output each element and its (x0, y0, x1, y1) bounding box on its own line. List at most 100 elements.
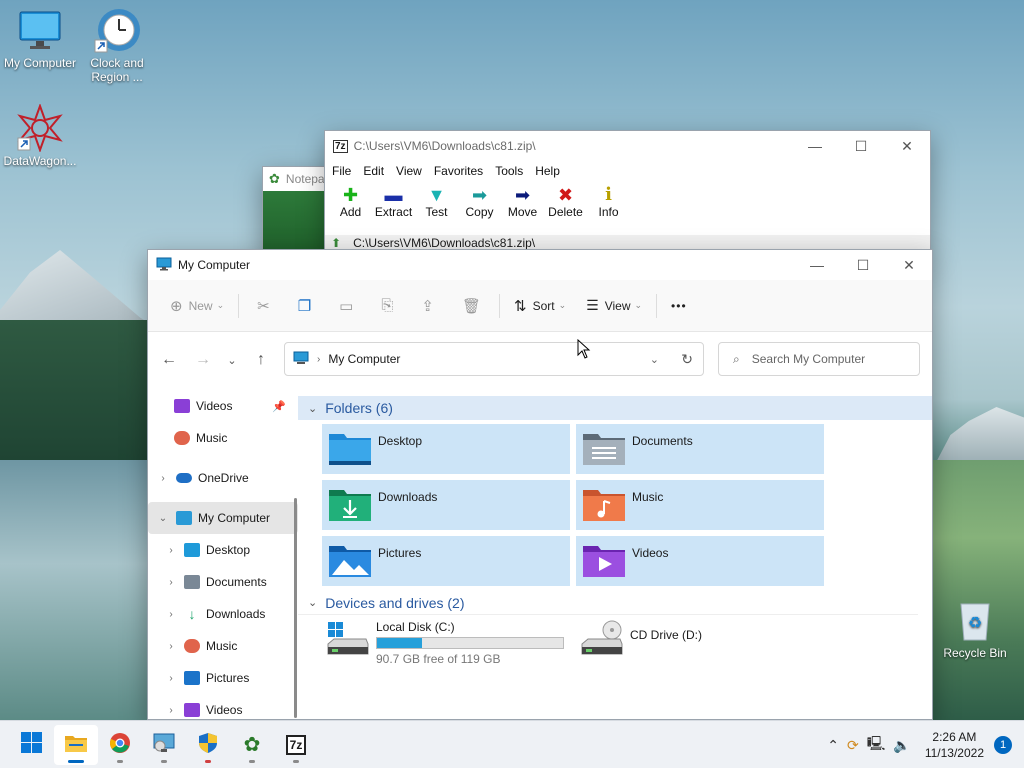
up-folder-icon[interactable]: ⬆ (331, 236, 341, 250)
system-tray: ⌃ ⟳ 🖳 🔈 2:26 AM 11/13/2022 1 (823, 721, 1024, 768)
share-button[interactable]: ⇪ (407, 290, 448, 322)
explorer-window[interactable]: My Computer — ☐ ✕ ⊕ New ⌄ ✂ ❐ ▭ ⎘ ⇪ 🗑 ⇅ … (147, 249, 933, 720)
menu-view[interactable]: View (392, 164, 430, 178)
taskbar-chrome[interactable] (98, 725, 142, 765)
volume-icon[interactable]: 🔈 (893, 737, 910, 754)
taskbar-file-explorer[interactable] (54, 724, 98, 765)
sidebar-item-downloads[interactable]: › ↓ Downloads (148, 598, 298, 630)
chevron-right-icon[interactable]: › (164, 545, 178, 556)
chevron-right-icon[interactable]: › (156, 473, 170, 484)
cd-drive-icon (580, 620, 624, 656)
close-button[interactable]: ✕ (886, 250, 932, 280)
delete-button[interactable]: 🗑 (448, 290, 495, 322)
sidebar-item-pictures[interactable]: › Pictures (148, 662, 298, 694)
cut-button[interactable]: ✂ (243, 290, 284, 322)
network-icon[interactable]: 🖳 (867, 733, 886, 757)
desktop-icon-datawagon[interactable]: DataWagon... (0, 103, 80, 168)
sidebar-item-onedrive[interactable]: › OneDrive (148, 462, 298, 494)
minus-icon: ▬ (384, 185, 403, 205)
sevenzip-window[interactable]: 7z C:\Users\VM6\Downloads\c81.zip\ — ☐ ✕… (324, 130, 931, 255)
folder-tile-downloads[interactable]: Downloads (322, 480, 570, 530)
chevron-right-icon[interactable]: › (164, 705, 178, 716)
move-button[interactable]: ➡ Move (501, 185, 544, 225)
taskbar-7zip[interactable]: 7z (274, 725, 318, 765)
recent-locations-button[interactable]: ⌄ (220, 354, 244, 367)
copy-button[interactable]: ❐ (284, 290, 325, 322)
view-list-icon: ☰ (586, 297, 599, 313)
taskbar-datawagon[interactable]: ✿ (230, 725, 274, 765)
chevron-down-icon[interactable]: ⌄ (156, 513, 170, 524)
sidebar-item-music[interactable]: › Music (148, 630, 298, 662)
close-button[interactable]: ✕ (884, 131, 930, 161)
menu-help[interactable]: Help (531, 164, 568, 178)
sidebar-item-desktop[interactable]: › Desktop (148, 534, 298, 566)
folder-tile-music[interactable]: Music (576, 480, 824, 530)
sort-button[interactable]: ⇅ Sort ⌄ (504, 290, 576, 322)
test-button[interactable]: ▼ Test (415, 185, 458, 225)
refresh-icon[interactable]: ↻ (681, 351, 693, 368)
chevron-right-icon[interactable]: › (164, 577, 178, 588)
minimize-button[interactable]: — (792, 131, 838, 161)
minimize-button[interactable]: — (794, 250, 840, 280)
info-button[interactable]: i Info (587, 185, 630, 225)
drive-local-disk-c[interactable]: Local Disk (C:) 90.7 GB free of 119 GB (326, 620, 564, 666)
menu-favorites[interactable]: Favorites (430, 164, 491, 178)
sidebar-item-music-quick[interactable]: Music (148, 422, 298, 454)
sidebar-item-label: My Computer (198, 511, 271, 525)
add-button[interactable]: ✚ Add (329, 185, 372, 225)
sidebar-scrollbar[interactable] (294, 498, 297, 718)
rename-button[interactable]: ⎘ (367, 290, 407, 322)
folder-label: Desktop (378, 434, 423, 448)
check-icon: ▼ (427, 185, 446, 205)
chevron-down-icon[interactable]: ⌄ (650, 353, 659, 366)
extract-button[interactable]: ▬ Extract (372, 185, 415, 225)
windows-logo-icon (21, 732, 43, 757)
new-button[interactable]: ⊕ New ⌄ (160, 290, 234, 322)
search-input[interactable]: ⌕ Search My Computer (718, 342, 920, 376)
more-options-button[interactable]: ••• (661, 290, 697, 322)
breadcrumb[interactable]: My Computer (328, 352, 400, 366)
menu-file[interactable]: File (328, 164, 359, 178)
sync-icon[interactable]: ⟳ (847, 737, 859, 754)
up-button[interactable]: ↑ (244, 351, 278, 369)
navigation-bar: ← → ⌄ ↑ › My Computer ⌄ ↻ ⌕ Search My Co… (148, 332, 932, 388)
start-button[interactable] (10, 725, 54, 765)
desktop-icon-label: Clock and Region ... (90, 56, 144, 84)
back-button[interactable]: ← (152, 351, 186, 369)
delete-button[interactable]: ✖ Delete (544, 185, 587, 225)
copy-button[interactable]: ➡ Copy (458, 185, 501, 225)
folder-tile-videos[interactable]: Videos (576, 536, 824, 586)
pin-icon[interactable]: 📌 (272, 400, 286, 413)
folders-group-header[interactable]: ⌄ Folders (6) (298, 396, 932, 420)
menu-tools[interactable]: Tools (491, 164, 531, 178)
taskbar-control-panel[interactable] (142, 725, 186, 765)
chevron-right-icon[interactable]: › (164, 609, 178, 620)
chevron-up-icon[interactable]: ⌃ (827, 737, 839, 754)
divider (499, 293, 500, 318)
menu-edit[interactable]: Edit (359, 164, 392, 178)
sidebar-item-my-computer[interactable]: ⌄ My Computer (148, 502, 298, 534)
drives-group-header[interactable]: ⌄ Devices and drives (2) (298, 591, 918, 615)
maximize-button[interactable]: ☐ (838, 131, 884, 161)
info-icon: i (605, 184, 612, 205)
folder-tile-documents[interactable]: Documents (576, 424, 824, 474)
paste-button[interactable]: ▭ (325, 290, 367, 322)
sidebar-item-videos-quick[interactable]: Videos 📌 (148, 390, 298, 422)
taskbar-security[interactable] (186, 725, 230, 765)
forward-button[interactable]: → (186, 351, 220, 369)
trash-icon: 🗑 (461, 297, 481, 315)
desktop-icon-my-computer[interactable]: My Computer (0, 6, 80, 70)
chevron-right-icon[interactable]: › (164, 641, 178, 652)
view-button[interactable]: ☰ View ⌄ (576, 290, 652, 322)
desktop-icon-clock-region[interactable]: Clock and Region ... (77, 6, 157, 84)
drive-cd-d[interactable]: CD Drive (D:) (580, 620, 702, 656)
sidebar-item-documents[interactable]: › Documents (148, 566, 298, 598)
folder-tile-pictures[interactable]: Pictures (322, 536, 570, 586)
chevron-right-icon[interactable]: › (164, 673, 178, 684)
desktop-icon-recycle-bin[interactable]: ♻ Recycle Bin (935, 596, 1015, 660)
notification-badge[interactable]: 1 (994, 736, 1012, 754)
clock[interactable]: 2:26 AM 11/13/2022 (925, 729, 984, 761)
maximize-button[interactable]: ☐ (840, 250, 886, 280)
address-bar[interactable]: › My Computer ⌄ ↻ (284, 342, 704, 376)
folder-tile-desktop[interactable]: Desktop (322, 424, 570, 474)
